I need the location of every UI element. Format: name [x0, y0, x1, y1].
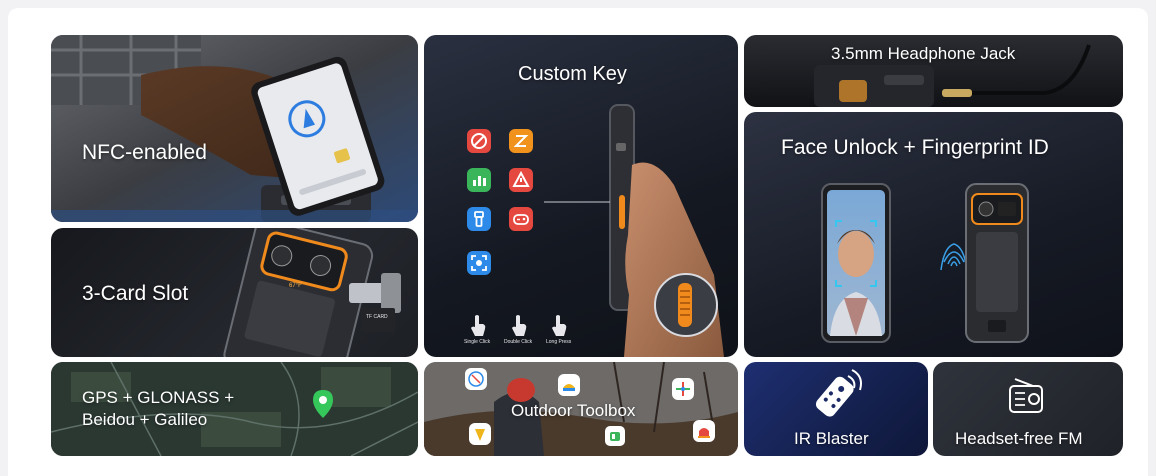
nfc-label: NFC-enabled [82, 141, 207, 164]
card-slot-label: 3-Card Slot [82, 282, 189, 305]
nfc-tile[interactable]: NFC-enabled [51, 35, 418, 222]
single-click-label: Single Click [464, 339, 491, 345]
warning-icon[interactable] [509, 168, 533, 192]
toolbox-label: Outdoor Toolbox [511, 401, 636, 420]
gamepad-icon[interactable] [509, 207, 533, 231]
z-icon[interactable] [509, 129, 533, 153]
headphone-tile[interactable]: 3.5mm Headphone Jack [744, 35, 1123, 107]
single-click-icon [469, 314, 487, 336]
measure-icon[interactable] [672, 378, 694, 400]
gps-label-line1: GPS + GLONASS + [82, 388, 235, 407]
fm-tile[interactable]: Headset-free FM [933, 362, 1123, 456]
card-slot-tile[interactable]: 67°F TF CARD 3-Card Slot [51, 228, 418, 357]
long-press-label: Long Press [546, 339, 572, 345]
flashlight-icon[interactable] [467, 207, 491, 231]
ir-blaster-label: IR Blaster [794, 429, 869, 448]
fingerprint-icon [940, 243, 968, 271]
fm-label: Headset-free FM [955, 429, 1083, 448]
level-icon[interactable] [558, 374, 580, 396]
compass-icon[interactable] [465, 368, 487, 390]
ir-blaster-tile[interactable]: IR Blaster [744, 362, 928, 456]
custom-key-title: Custom Key [518, 63, 627, 85]
tf-card-text: TF CARD [366, 314, 388, 320]
alarm-light-icon[interactable] [693, 420, 715, 442]
gps-map [51, 362, 418, 456]
camera-scan-icon[interactable] [467, 251, 491, 275]
phone-temp-text: 67°F [289, 283, 302, 289]
long-press-icon [550, 314, 568, 336]
sound-meter-icon[interactable] [605, 426, 625, 446]
plumb-icon[interactable] [469, 423, 491, 445]
face-unlock-label: Face Unlock + Fingerprint ID [781, 136, 1049, 159]
chart-icon[interactable] [467, 168, 491, 192]
gps-label-line2: Beidou + Galileo [82, 410, 208, 429]
custom-key-tile[interactable]: Custom Key Single Click Double Click Lon… [424, 35, 738, 357]
nfc-photo [51, 35, 418, 222]
double-click-icon [510, 314, 528, 336]
face-unlock-tile[interactable]: Face Unlock + Fingerprint ID [744, 112, 1123, 357]
no-entry-icon[interactable] [467, 129, 491, 153]
double-click-label: Double Click [504, 339, 533, 345]
toolbox-tile[interactable]: Outdoor Toolbox [424, 362, 738, 456]
headphone-label: 3.5mm Headphone Jack [831, 44, 1016, 63]
gps-tile[interactable]: GPS + GLONASS + Beidou + Galileo [51, 362, 418, 456]
